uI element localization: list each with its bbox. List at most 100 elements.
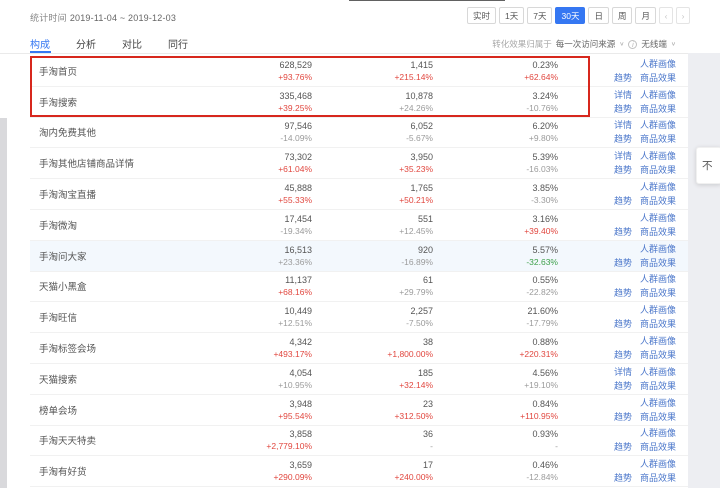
rate-value: 0.88% bbox=[532, 336, 558, 348]
next-period-button[interactable]: › bbox=[676, 7, 690, 24]
product-effect-link[interactable]: 商品效果 bbox=[640, 133, 676, 145]
chevron-down-icon[interactable]: ∨ bbox=[671, 41, 676, 47]
product-effect-link[interactable]: 商品效果 bbox=[640, 411, 676, 423]
trend-link[interactable]: 趋势 bbox=[614, 103, 632, 115]
trend-link[interactable]: 趋势 bbox=[614, 226, 632, 238]
product-effect-link[interactable]: 商品效果 bbox=[640, 164, 676, 176]
trend-link[interactable]: 趋势 bbox=[614, 164, 632, 176]
conversion-source-select[interactable]: 每一次访问来源 bbox=[556, 38, 616, 50]
audience-portrait-link[interactable]: 人群画像 bbox=[640, 427, 676, 439]
visitors-change: +23.36% bbox=[278, 256, 312, 268]
tabs-divider bbox=[0, 53, 688, 54]
chevron-down-icon[interactable]: ∨ bbox=[619, 41, 624, 47]
buyers-value: 1,765 bbox=[410, 182, 433, 194]
source-name: 榜单会场 bbox=[30, 395, 190, 425]
source-name: 天猫搜索 bbox=[30, 364, 190, 394]
product-effect-link[interactable]: 商品效果 bbox=[640, 103, 676, 115]
trend-link[interactable]: 趋势 bbox=[614, 349, 632, 361]
buyers-value: 61 bbox=[423, 274, 433, 286]
product-effect-link[interactable]: 商品效果 bbox=[640, 472, 676, 484]
trend-link[interactable]: 趋势 bbox=[614, 411, 632, 423]
tab-composition[interactable]: 构成 bbox=[30, 36, 50, 51]
detail-link[interactable]: 详情 bbox=[614, 150, 632, 162]
audience-portrait-link[interactable]: 人群画像 bbox=[640, 458, 676, 470]
time-button-day[interactable]: 日 bbox=[588, 7, 609, 24]
detail-link[interactable]: 详情 bbox=[614, 366, 632, 378]
audience-portrait-link[interactable]: 人群画像 bbox=[640, 181, 676, 193]
time-button-week[interactable]: 周 bbox=[612, 7, 633, 24]
time-button-month[interactable]: 月 bbox=[635, 7, 656, 24]
table-row: 手淘天天特卖 3,858 +2,779.10% 36 - 0.93% - 人群画… bbox=[30, 426, 688, 457]
product-effect-link[interactable]: 商品效果 bbox=[640, 349, 676, 361]
tab-compare[interactable]: 对比 bbox=[122, 36, 142, 51]
product-effect-link[interactable]: 商品效果 bbox=[640, 287, 676, 299]
time-button-30day[interactable]: 30天 bbox=[555, 7, 585, 24]
visitors-value: 628,529 bbox=[279, 59, 312, 71]
trend-link[interactable]: 趋势 bbox=[614, 287, 632, 299]
source-name: 手淘旺信 bbox=[30, 302, 190, 332]
audience-portrait-link[interactable]: 人群画像 bbox=[640, 150, 676, 162]
audience-portrait-link[interactable]: 人群画像 bbox=[640, 273, 676, 285]
buyers-value: 6,052 bbox=[410, 120, 433, 132]
trend-link[interactable]: 趋势 bbox=[614, 318, 632, 330]
time-button-7day[interactable]: 7天 bbox=[527, 7, 552, 24]
visitors-value: 97,546 bbox=[284, 120, 312, 132]
visitors-change: +95.54% bbox=[278, 410, 312, 422]
product-effect-link[interactable]: 商品效果 bbox=[640, 195, 676, 207]
rate-change: -22.82% bbox=[526, 286, 558, 298]
audience-portrait-link[interactable]: 人群画像 bbox=[640, 335, 676, 347]
product-effect-link[interactable]: 商品效果 bbox=[640, 380, 676, 392]
product-effect-link[interactable]: 商品效果 bbox=[640, 257, 676, 269]
audience-portrait-link[interactable]: 人群画像 bbox=[640, 212, 676, 224]
product-effect-link[interactable]: 商品效果 bbox=[640, 72, 676, 84]
time-button-realtime[interactable]: 实时 bbox=[467, 7, 496, 24]
trend-link[interactable]: 趋势 bbox=[614, 257, 632, 269]
buyers-change: +32.14% bbox=[399, 379, 433, 391]
buyers-value: 36 bbox=[423, 428, 433, 440]
trend-link[interactable]: 趋势 bbox=[614, 380, 632, 392]
buyers-value: 3,950 bbox=[410, 151, 433, 163]
detail-link[interactable]: 详情 bbox=[614, 119, 632, 131]
product-effect-link[interactable]: 商品效果 bbox=[640, 318, 676, 330]
tab-peers[interactable]: 同行 bbox=[168, 36, 188, 51]
table-row: 手淘旺信 10,449 +12.51% 2,257 -7.50% 21.60% … bbox=[30, 302, 688, 333]
visitors-change: +93.76% bbox=[278, 71, 312, 83]
table-row: 手淘淘宝直播 45,888 +55.33% 1,765 +50.21% 3.85… bbox=[30, 179, 688, 210]
trend-link[interactable]: 趋势 bbox=[614, 195, 632, 207]
visitors-value: 73,302 bbox=[284, 151, 312, 163]
product-effect-link[interactable]: 商品效果 bbox=[640, 441, 676, 453]
date-range: 2019-11-04 ~ 2019-12-03 bbox=[70, 13, 176, 23]
table-row: 天猫小黑盒 11,137 +68.16% 61 +29.79% 0.55% -2… bbox=[30, 272, 688, 303]
rate-value: 3.24% bbox=[532, 90, 558, 102]
prev-period-button[interactable]: ‹ bbox=[659, 7, 673, 24]
table-row: 手淘其他店铺商品详情 73,302 +61.04% 3,950 +35.23% … bbox=[30, 148, 688, 179]
tab-analysis[interactable]: 分析 bbox=[76, 36, 96, 51]
filter-bar: 转化效果归属于 每一次访问来源 ∨ i 无线端 ∨ bbox=[492, 38, 676, 50]
source-name: 手淘有好货 bbox=[30, 456, 190, 486]
source-name: 手淘微淘 bbox=[30, 210, 190, 240]
info-icon[interactable]: i bbox=[628, 40, 637, 49]
trend-link[interactable]: 趋势 bbox=[614, 72, 632, 84]
rate-change: -3.30% bbox=[531, 194, 558, 206]
audience-portrait-link[interactable]: 人群画像 bbox=[640, 366, 676, 378]
trend-link[interactable]: 趋势 bbox=[614, 133, 632, 145]
detail-link[interactable]: 详情 bbox=[614, 89, 632, 101]
audience-portrait-link[interactable]: 人群画像 bbox=[640, 89, 676, 101]
audience-portrait-link[interactable]: 人群画像 bbox=[640, 119, 676, 131]
rate-value: 5.39% bbox=[532, 151, 558, 163]
trend-link[interactable]: 趋势 bbox=[614, 472, 632, 484]
audience-portrait-link[interactable]: 人群画像 bbox=[640, 58, 676, 70]
buyers-value: 17 bbox=[423, 459, 433, 471]
device-select[interactable]: 无线端 bbox=[641, 38, 667, 50]
visitors-change: +61.04% bbox=[278, 163, 312, 175]
audience-portrait-link[interactable]: 人群画像 bbox=[640, 304, 676, 316]
audience-portrait-link[interactable]: 人群画像 bbox=[640, 397, 676, 409]
visitors-change: +10.95% bbox=[278, 379, 312, 391]
audience-portrait-link[interactable]: 人群画像 bbox=[640, 243, 676, 255]
window-edge-strip bbox=[0, 118, 7, 488]
feedback-float-button[interactable]: 不 bbox=[696, 147, 720, 184]
time-button-1day[interactable]: 1天 bbox=[499, 7, 524, 24]
trend-link[interactable]: 趋势 bbox=[614, 441, 632, 453]
product-effect-link[interactable]: 商品效果 bbox=[640, 226, 676, 238]
buyers-change: +312.50% bbox=[394, 410, 433, 422]
